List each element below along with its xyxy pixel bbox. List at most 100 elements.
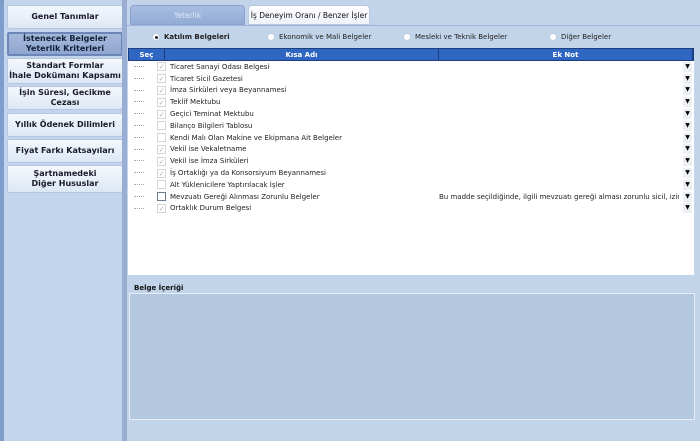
- select-checkbox[interactable]: ✓: [157, 62, 166, 71]
- select-checkbox[interactable]: ✓: [157, 204, 166, 213]
- sidebar-item-4[interactable]: İşin Süresi, Gecikme Cezası: [7, 86, 123, 110]
- table-row[interactable]: ✓ İmza Sirküleri veya Beyannamesi ▼: [128, 85, 694, 97]
- tree-line: [134, 155, 144, 161]
- select-checkbox[interactable]: ✓: [157, 110, 166, 119]
- chevron-down-icon[interactable]: ▼: [683, 133, 692, 143]
- tab-divider: [127, 25, 700, 26]
- belge-icerigi-textarea[interactable]: [129, 293, 695, 420]
- tree-line: [134, 144, 144, 150]
- label-line1: Standart Formlar: [9, 61, 121, 71]
- document-name: Ticaret Sicil Gazetesi: [170, 75, 440, 83]
- radio-di-er-belgeler[interactable]: Diğer Belgeler: [549, 33, 611, 41]
- table-row[interactable]: ✓ Ortaklık Durum Belgesi ▼: [128, 203, 694, 215]
- label-line1: Yıllık Ödenek Dilimleri: [15, 120, 115, 130]
- select-checkbox[interactable]: [157, 121, 166, 130]
- ek-not-cell[interactable]: Bu madde seçildiğinde, ilgili mevzuatı g…: [439, 193, 679, 201]
- column-header-kisa-adi[interactable]: Kısa Adı: [165, 49, 439, 60]
- document-name: Ticaret Sanayi Odası Belgesi: [170, 63, 440, 71]
- radio-ekonomik-ve-mali-belgeler[interactable]: Ekonomik ve Mali Belgeler: [267, 33, 371, 41]
- select-checkbox[interactable]: ✓: [157, 98, 166, 107]
- label-line1: Genel Tanımlar: [31, 12, 98, 22]
- chevron-down-icon[interactable]: ▼: [683, 144, 692, 154]
- document-name: Alt Yüklenicilere Yaptırılacak İşler: [170, 181, 440, 189]
- document-name: Vekil ise Vekaletname: [170, 145, 440, 153]
- table-row[interactable]: Kendi Malı Olan Makine ve Ekipmana Ait B…: [128, 132, 694, 144]
- tree-line: [134, 167, 144, 173]
- sidebar-item-7[interactable]: ŞartnamedekiDiğer Hususlar: [7, 165, 123, 193]
- sidebar-item-1[interactable]: Genel Tanımlar: [7, 5, 123, 29]
- document-name: Vekil ise İmza Sirküleri: [170, 157, 440, 165]
- chevron-down-icon[interactable]: ▼: [683, 109, 692, 119]
- table-row[interactable]: ✓ Geçici Teminat Mektubu ▼: [128, 108, 694, 120]
- select-checkbox[interactable]: [157, 180, 166, 189]
- sidebar-item-label: Fiyat Farkı Katsayıları: [16, 146, 115, 156]
- select-checkbox[interactable]: ✓: [157, 86, 166, 95]
- chevron-down-icon[interactable]: ▼: [683, 62, 692, 72]
- table-row[interactable]: Alt Yüklenicilere Yaptırılacak İşler ▼: [128, 179, 694, 191]
- column-header-sec[interactable]: Seç: [129, 49, 165, 60]
- select-checkbox[interactable]: [157, 192, 166, 201]
- column-header-ek-not[interactable]: Ek Not: [439, 49, 693, 60]
- select-checkbox[interactable]: ✓: [157, 169, 166, 178]
- chevron-down-icon[interactable]: ▼: [683, 121, 692, 131]
- select-checkbox[interactable]: [157, 133, 166, 142]
- sidebar-item-2[interactable]: İstenecek BelgelerYeterlik Kriterleri: [7, 32, 123, 56]
- sidebar-item-3[interactable]: Standart Formlarİhale Dokümanı Kapsamı: [7, 58, 123, 84]
- table-row[interactable]: Bilanço Bilgileri Tablosu ▼: [128, 120, 694, 132]
- chevron-down-icon[interactable]: ▼: [683, 168, 692, 178]
- grid-header: Seç Kısa Adı Ek Not: [128, 48, 694, 61]
- label-line1: İstenecek Belgeler: [23, 34, 107, 44]
- radio-circle-icon: [152, 33, 160, 41]
- sidebar-item-5[interactable]: Yıllık Ödenek Dilimleri: [7, 113, 123, 137]
- chevron-down-icon[interactable]: ▼: [683, 74, 692, 84]
- tab-yeterlik[interactable]: Yeterlik: [130, 5, 245, 25]
- document-name: Bilanço Bilgileri Tablosu: [170, 122, 440, 130]
- chevron-down-icon[interactable]: ▼: [683, 85, 692, 95]
- documents-grid: Seç Kısa Adı Ek Not ✓ Ticaret Sanayi Oda…: [128, 48, 694, 275]
- radio-label: Diğer Belgeler: [561, 33, 611, 41]
- tab-is-deneyim[interactable]: İş Deneyim Oranı / Benzer İşler: [248, 5, 370, 25]
- radio-kat-l-m-belgeleri[interactable]: Katılım Belgeleri: [152, 33, 230, 41]
- select-checkbox[interactable]: ✓: [157, 145, 166, 154]
- chevron-down-icon[interactable]: ▼: [683, 203, 692, 213]
- chevron-down-icon[interactable]: ▼: [683, 192, 692, 202]
- chevron-down-icon[interactable]: ▼: [683, 180, 692, 190]
- radio-circle-icon: [267, 33, 275, 41]
- sidebar-item-label: Yıllık Ödenek Dilimleri: [15, 120, 115, 130]
- tree-line: [134, 61, 144, 67]
- document-name: İş Ortaklığı ya da Konsorsiyum Beyanname…: [170, 169, 440, 177]
- radio-circle-icon: [549, 33, 557, 41]
- table-row[interactable]: ✓ Teklif Mektubu ▼: [128, 96, 694, 108]
- table-row[interactable]: Mevzuatı Gereği Alınması Zorunlu Belgele…: [128, 191, 694, 203]
- document-name: İmza Sirküleri veya Beyannamesi: [170, 86, 440, 94]
- label-line2: İhale Dokümanı Kapsamı: [9, 71, 121, 81]
- radio-circle-icon: [403, 33, 411, 41]
- sidebar-item-label: İstenecek BelgelerYeterlik Kriterleri: [23, 34, 107, 54]
- chevron-down-icon[interactable]: ▼: [683, 156, 692, 166]
- document-name: Mevzuatı Gereği Alınması Zorunlu Belgele…: [170, 193, 440, 201]
- chevron-down-icon[interactable]: ▼: [683, 97, 692, 107]
- grid-body: ✓ Ticaret Sanayi Odası Belgesi ▼ ✓ Ticar…: [128, 61, 694, 214]
- tree-line: [134, 132, 144, 138]
- select-checkbox[interactable]: ✓: [157, 74, 166, 83]
- radio-label: Ekonomik ve Mali Belgeler: [279, 33, 371, 41]
- belge-icerigi-label: Belge İçeriği: [134, 284, 183, 292]
- table-row[interactable]: ✓ Vekil ise İmza Sirküleri ▼: [128, 155, 694, 167]
- label-line1: İşin Süresi, Gecikme Cezası: [8, 88, 122, 108]
- table-row[interactable]: ✓ Ticaret Sicil Gazetesi ▼: [128, 73, 694, 85]
- select-checkbox[interactable]: ✓: [157, 157, 166, 166]
- label-line1: Fiyat Farkı Katsayıları: [16, 146, 115, 156]
- main-panel: Yeterlik İş Deneyim Oranı / Benzer İşler…: [127, 0, 700, 441]
- sidebar-item-6[interactable]: Fiyat Farkı Katsayıları: [7, 139, 123, 163]
- sidebar-item-label: Genel Tanımlar: [31, 12, 98, 22]
- tree-line: [134, 179, 144, 185]
- sidebar-item-label: ŞartnamedekiDiğer Hususlar: [32, 169, 99, 189]
- sidebar: Genel Tanımlar İstenecek BelgelerYeterlik…: [0, 0, 122, 441]
- table-row[interactable]: ✓ Ticaret Sanayi Odası Belgesi ▼: [128, 61, 694, 73]
- table-row[interactable]: ✓ Vekil ise Vekaletname ▼: [128, 144, 694, 156]
- radio-mesleki-ve-teknik-belgeler[interactable]: Mesleki ve Teknik Belgeler: [403, 33, 507, 41]
- document-category-radios: Katılım Belgeleri Ekonomik ve Mali Belgel…: [127, 27, 694, 47]
- table-row[interactable]: ✓ İş Ortaklığı ya da Konsorsiyum Beyanna…: [128, 167, 694, 179]
- document-name: Ortaklık Durum Belgesi: [170, 204, 440, 212]
- sidebar-item-label: İşin Süresi, Gecikme Cezası: [8, 88, 122, 108]
